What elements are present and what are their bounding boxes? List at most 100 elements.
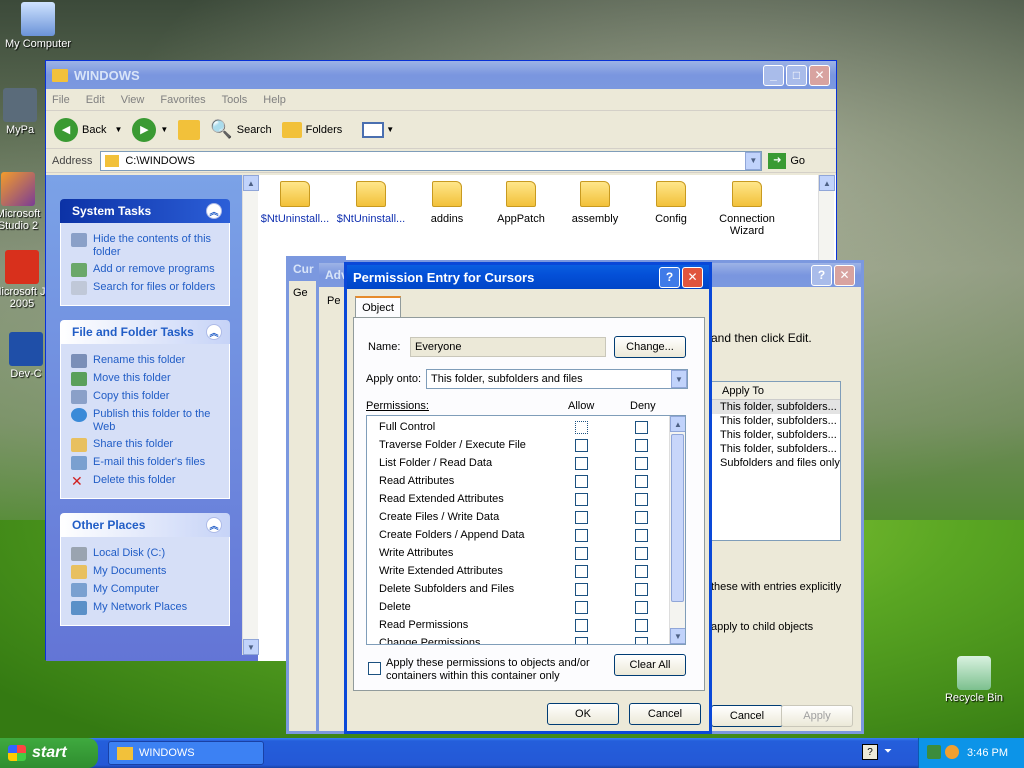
- folder-item[interactable]: Connection Wizard: [710, 181, 784, 237]
- deny-checkbox[interactable]: [635, 637, 648, 644]
- scroll-up-icon[interactable]: ▲: [670, 416, 685, 432]
- search-button[interactable]: 🔍 Search: [210, 119, 271, 140]
- list-item[interactable]: This folder, subfolders...: [712, 442, 840, 456]
- deny-checkbox[interactable]: [635, 439, 648, 452]
- go-button[interactable]: ➜ Go: [768, 152, 805, 169]
- forward-button[interactable]: ▶ ▼: [132, 117, 168, 142]
- start-button[interactable]: start: [0, 738, 98, 768]
- allow-checkbox[interactable]: [575, 619, 588, 632]
- close-button[interactable]: ✕: [809, 64, 830, 86]
- apply-within-checkbox[interactable]: [368, 662, 381, 675]
- folder-item[interactable]: assembly: [558, 181, 632, 225]
- deny-checkbox[interactable]: [635, 457, 648, 470]
- list-item[interactable]: Subfolders and files only: [712, 456, 840, 470]
- allow-checkbox[interactable]: [575, 493, 588, 506]
- chevron-down-icon[interactable]: ⏷: [884, 746, 892, 757]
- deny-checkbox[interactable]: [635, 475, 648, 488]
- task-email[interactable]: E-mail this folder's files: [71, 456, 221, 470]
- address-input[interactable]: C:\WINDOWS ▼: [100, 150, 763, 171]
- system-tasks-header[interactable]: System Tasks ︽: [60, 199, 230, 223]
- scroll-up-icon[interactable]: ▲: [819, 175, 835, 191]
- explorer-titlebar[interactable]: WINDOWS _ □ ✕: [46, 61, 836, 89]
- deny-checkbox[interactable]: [635, 547, 648, 560]
- place-my-computer[interactable]: My Computer: [71, 583, 221, 597]
- folder-item[interactable]: Config: [634, 181, 708, 225]
- deny-checkbox[interactable]: [635, 583, 648, 596]
- help-icon[interactable]: ?: [862, 744, 878, 760]
- deny-checkbox[interactable]: [635, 421, 648, 434]
- list-item[interactable]: This folder, subfolders...: [712, 414, 840, 428]
- file-tasks-header[interactable]: File and Folder Tasks ︽: [60, 320, 230, 344]
- allow-checkbox[interactable]: [575, 529, 588, 542]
- help-button[interactable]: ?: [811, 264, 832, 286]
- deny-checkbox[interactable]: [635, 601, 648, 614]
- desktop-icon-recycle-bin[interactable]: Recycle Bin: [936, 656, 1012, 704]
- menu-favorites[interactable]: Favorites: [160, 94, 205, 106]
- forward-dropdown-icon[interactable]: ▼: [160, 125, 168, 134]
- menu-help[interactable]: Help: [263, 94, 286, 106]
- task-search-files[interactable]: Search for files or folders: [71, 281, 221, 295]
- folder-item[interactable]: $NtUninstall...: [334, 181, 408, 225]
- change-button[interactable]: Change...: [614, 336, 686, 358]
- network-icon[interactable]: [927, 745, 941, 759]
- close-button[interactable]: ✕: [682, 266, 703, 288]
- allow-checkbox[interactable]: [575, 601, 588, 614]
- allow-checkbox[interactable]: [575, 511, 588, 524]
- help-button[interactable]: ?: [659, 266, 680, 288]
- allow-checkbox[interactable]: [575, 637, 588, 644]
- allow-checkbox[interactable]: [575, 565, 588, 578]
- allow-checkbox[interactable]: [575, 475, 588, 488]
- cancel-button[interactable]: Cancel: [629, 703, 701, 725]
- task-share[interactable]: Share this folder: [71, 438, 221, 452]
- task-pane-scrollbar[interactable]: ▲ ▼: [242, 175, 259, 655]
- allow-checkbox[interactable]: [575, 547, 588, 560]
- deny-checkbox[interactable]: [635, 493, 648, 506]
- collapse-icon[interactable]: ︽: [206, 517, 222, 533]
- task-move[interactable]: Move this folder: [71, 372, 221, 386]
- menu-file[interactable]: File: [52, 94, 70, 106]
- deny-checkbox[interactable]: [635, 511, 648, 524]
- chevron-down-icon[interactable]: ▼: [671, 370, 687, 388]
- apply-button[interactable]: Apply: [781, 705, 853, 727]
- task-copy[interactable]: Copy this folder: [71, 390, 221, 404]
- place-my-documents[interactable]: My Documents: [71, 565, 221, 579]
- scroll-down-icon[interactable]: ▼: [670, 628, 685, 644]
- ok-button[interactable]: OK: [547, 703, 619, 725]
- list-item[interactable]: This folder, subfolders...: [712, 400, 840, 414]
- scroll-up-icon[interactable]: ▲: [243, 175, 259, 191]
- deny-checkbox[interactable]: [635, 529, 648, 542]
- address-dropdown-icon[interactable]: ▼: [745, 151, 762, 170]
- collapse-icon[interactable]: ︽: [206, 203, 222, 219]
- other-places-header[interactable]: Other Places ︽: [60, 513, 230, 537]
- permissions-scrollbar[interactable]: ▲ ▼: [669, 416, 685, 644]
- close-button[interactable]: ✕: [834, 264, 855, 286]
- task-hide-contents[interactable]: Hide the contents of this folder: [71, 233, 221, 259]
- place-network[interactable]: My Network Places: [71, 601, 221, 615]
- scroll-thumb[interactable]: [671, 434, 684, 602]
- task-delete[interactable]: ✕ Delete this folder: [71, 474, 221, 488]
- column-header-apply-to[interactable]: Apply To: [712, 382, 840, 400]
- apply-onto-select[interactable]: This folder, subfolders and files ▼: [426, 369, 688, 389]
- tab-object[interactable]: Object: [355, 296, 401, 318]
- back-dropdown-icon[interactable]: ▼: [114, 125, 122, 134]
- folder-item[interactable]: $NtUninstall...: [258, 181, 332, 225]
- task-add-remove[interactable]: Add or remove programs: [71, 263, 221, 277]
- permission-entries-list[interactable]: Apply To This folder, subfolders... This…: [711, 381, 841, 541]
- desktop-icon-my-computer[interactable]: My Computer: [0, 2, 76, 50]
- tab-permissions[interactable]: Pe: [327, 295, 340, 307]
- folder-item[interactable]: AppPatch: [484, 181, 558, 225]
- place-local-disk[interactable]: Local Disk (C:): [71, 547, 221, 561]
- allow-checkbox[interactable]: [575, 421, 588, 434]
- allow-checkbox[interactable]: [575, 583, 588, 596]
- deny-checkbox[interactable]: [635, 619, 648, 632]
- clock[interactable]: 3:46 PM: [967, 747, 1008, 759]
- menu-edit[interactable]: Edit: [86, 94, 105, 106]
- permission-dialog-titlebar[interactable]: Permission Entry for Cursors ? ✕: [347, 265, 709, 289]
- folders-button[interactable]: Folders: [281, 121, 342, 138]
- clear-all-button[interactable]: Clear All: [614, 654, 686, 676]
- maximize-button[interactable]: □: [786, 64, 807, 86]
- task-rename[interactable]: Rename this folder: [71, 354, 221, 368]
- collapse-icon[interactable]: ︽: [206, 324, 222, 340]
- views-button[interactable]: ▼: [362, 121, 394, 138]
- menu-tools[interactable]: Tools: [222, 94, 248, 106]
